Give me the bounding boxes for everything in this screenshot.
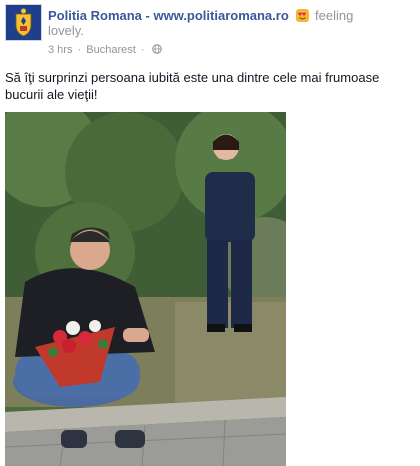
post-header: Politia Romana - www.politiaromana.ro fe… xyxy=(48,8,413,38)
page-avatar[interactable] xyxy=(5,4,42,41)
meta-separator: · xyxy=(140,44,145,56)
meta-separator: · xyxy=(77,44,82,56)
post-timestamp[interactable]: 3 hrs xyxy=(48,44,72,56)
globe-icon[interactable] xyxy=(151,44,162,54)
post-meta: 3 hrs · Bucharest · xyxy=(48,44,162,57)
feeling-label: feeling xyxy=(315,8,354,23)
post-location[interactable]: Bucharest xyxy=(86,44,136,56)
page-name-link[interactable]: Politia Romana - www.politiaromana.ro xyxy=(48,8,289,23)
post-photo[interactable] xyxy=(5,112,286,466)
post-message: Să îţi surprinzi persoana iubită este un… xyxy=(5,70,380,102)
smiley-heart-eyes-icon xyxy=(296,9,310,22)
feeling-value: lovely. xyxy=(48,23,84,38)
police-crest-icon xyxy=(6,5,41,40)
photo-image xyxy=(5,112,286,466)
